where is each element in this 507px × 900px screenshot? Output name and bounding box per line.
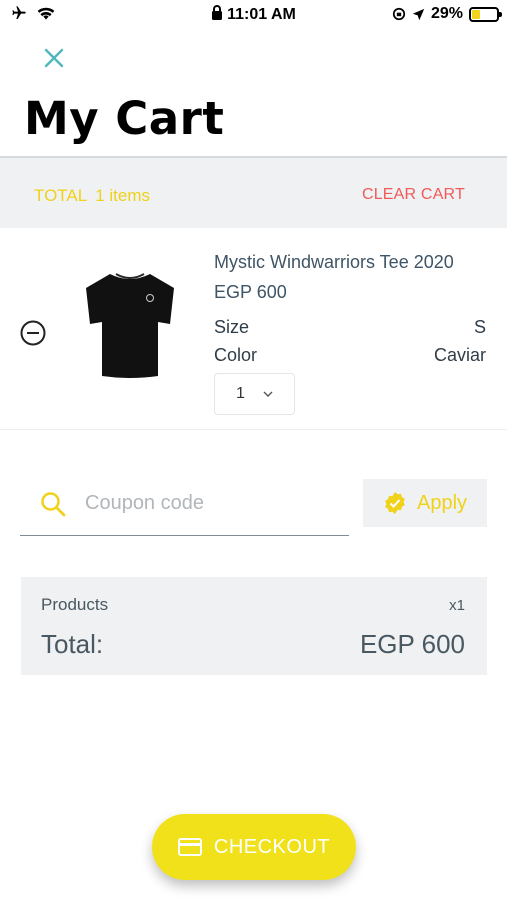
size-row: Size S	[214, 317, 486, 338]
cart-total-bar: TOTAL 1 items CLEAR CART	[0, 156, 507, 228]
total-label: Total:	[41, 629, 104, 659]
color-label: Color	[214, 345, 258, 365]
cart-item: Mystic Windwarriors Tee 2020 EGP 600 Siz…	[0, 230, 507, 430]
total-value: EGP 600	[359, 629, 465, 659]
page-title: My Cart	[24, 92, 225, 145]
verified-badge-icon	[385, 492, 405, 514]
orientation-lock-icon	[392, 7, 406, 21]
search-icon	[41, 491, 66, 516]
size-label: Size	[214, 317, 250, 337]
quantity-value: 1	[236, 385, 245, 402]
coupon-input[interactable]	[85, 492, 325, 515]
battery-percent: 29%	[430, 5, 463, 22]
checkout-label: CHECKOUT	[213, 835, 331, 858]
product-name[interactable]: Mystic Windwarriors Tee 2020	[214, 252, 454, 273]
apply-label: Apply	[416, 491, 468, 514]
size-value: S	[473, 317, 486, 337]
battery-level	[472, 9, 480, 19]
products-label: Products	[41, 595, 109, 614]
apply-coupon-button[interactable]: Apply	[363, 479, 487, 527]
location-arrow-icon	[412, 8, 425, 20]
product-image	[86, 273, 174, 378]
lock-icon	[212, 5, 223, 20]
product-price: EGP 600	[214, 282, 287, 302]
clear-cart-button[interactable]: CLEAR CART	[362, 186, 465, 204]
close-button[interactable]	[40, 44, 68, 72]
status-bar: 11:01 AM 29%	[0, 0, 507, 30]
chevron-down-icon	[263, 391, 273, 397]
credit-card-icon	[177, 838, 202, 856]
total-items-label: TOTAL 1 items	[34, 186, 150, 206]
order-summary: Products x1 Total: EGP 600	[21, 577, 487, 675]
close-icon	[44, 48, 64, 68]
battery-icon	[469, 6, 502, 22]
minus-circle-icon	[20, 320, 46, 346]
quantity-select[interactable]: 1	[214, 373, 295, 415]
color-row: Color Caviar	[214, 345, 486, 366]
items-count: 1 items	[95, 186, 151, 205]
coupon-field	[20, 472, 349, 536]
time-text: 11:01 AM	[227, 6, 296, 23]
total-label: TOTAL	[34, 186, 88, 205]
remove-item-button[interactable]	[20, 320, 46, 346]
products-qty: x1	[449, 597, 465, 614]
color-value: Caviar	[433, 345, 486, 365]
checkout-button[interactable]: CHECKOUT	[152, 814, 356, 880]
status-right: 29%	[392, 5, 502, 23]
